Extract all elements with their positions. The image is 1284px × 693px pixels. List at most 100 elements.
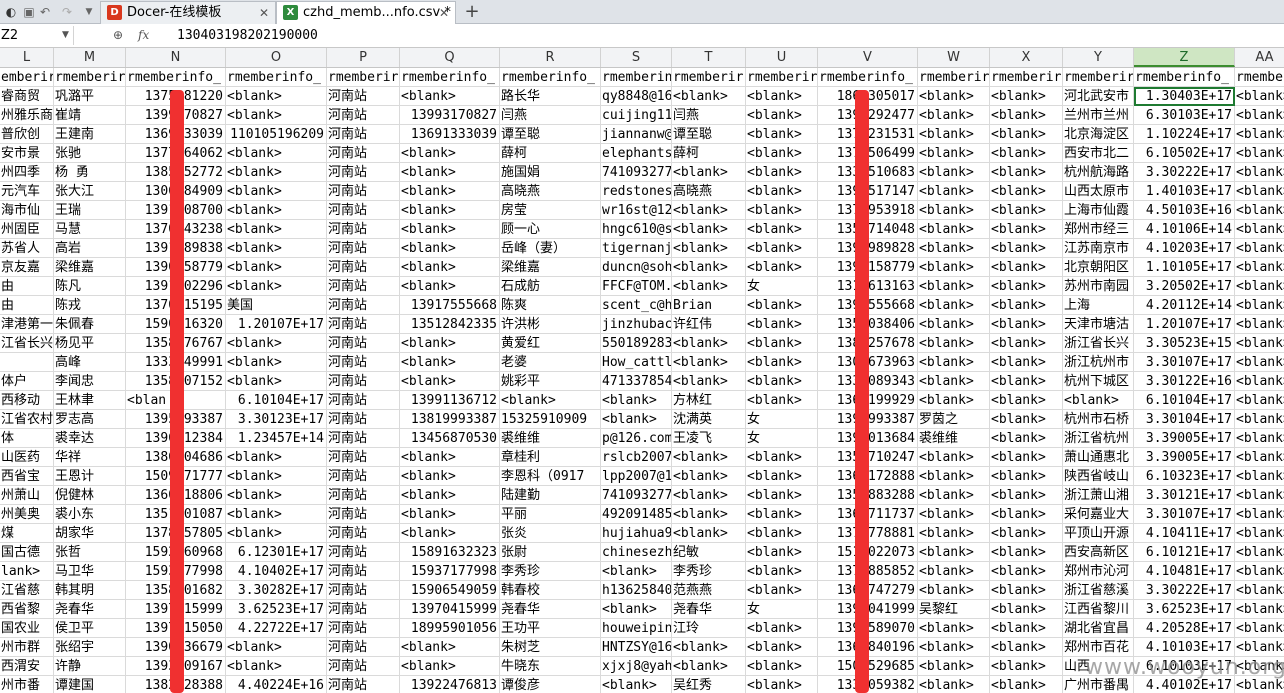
cell-aa[interactable]: <blank> (1235, 600, 1284, 619)
cell-x[interactable]: <blank> (990, 334, 1063, 353)
cell-r[interactable]: 房莹 (500, 201, 601, 220)
cell-w[interactable]: <blank> (918, 87, 990, 106)
cell-q[interactable]: 13691333039 (400, 125, 500, 144)
cell-z[interactable]: 1.30403E+17 (1134, 87, 1235, 106)
cell-t[interactable]: <blank> (672, 258, 746, 277)
cell-w[interactable]: <blank> (918, 239, 990, 258)
cell-r[interactable]: 顾一心 (500, 220, 601, 239)
cell-o[interactable]: <blank> (226, 638, 327, 657)
cell-y[interactable]: 浙江省杭州 (1063, 429, 1134, 448)
cell-l[interactable]: 西渭安 (0, 657, 54, 676)
cell-z[interactable]: rmemberinfo_ (1134, 68, 1235, 87)
cell-y[interactable]: 北京海淀区 (1063, 125, 1134, 144)
cell-y[interactable]: 杭州市石桥 (1063, 410, 1134, 429)
cell-q[interactable]: <blank> (400, 201, 500, 220)
cell-aa[interactable]: <blank> (1235, 315, 1284, 334)
cell-o[interactable]: <blank> (226, 182, 327, 201)
cell-x[interactable]: <blank> (990, 277, 1063, 296)
cell-r[interactable]: 谭俊彦 (500, 676, 601, 693)
column-header-n[interactable]: N (126, 48, 226, 67)
cell-p[interactable]: 河南站 (327, 391, 400, 410)
cell-t[interactable]: <blank> (672, 372, 746, 391)
cell-o[interactable]: <blank> (226, 334, 327, 353)
cell-t[interactable]: 高晓燕 (672, 182, 746, 201)
cell-aa[interactable]: <blank> (1235, 467, 1284, 486)
cell-t[interactable]: Brian (672, 296, 746, 315)
cell-o[interactable]: <blank> (226, 657, 327, 676)
cell-l[interactable]: 京友嘉 (0, 258, 54, 277)
cell-z[interactable]: 3.30523E+15 (1134, 334, 1235, 353)
cell-y[interactable]: 郑州市经三 (1063, 220, 1134, 239)
cell-y[interactable]: 河北武安市 (1063, 87, 1134, 106)
cell-r[interactable]: 老婆 (500, 353, 601, 372)
cell-t[interactable]: 范燕燕 (672, 581, 746, 600)
cell-y[interactable]: 湖北省宜昌 (1063, 619, 1134, 638)
cell-u[interactable]: <blank> (746, 657, 818, 676)
cell-m[interactable]: rmemberir (54, 68, 126, 87)
cell-r[interactable]: 薛柯 (500, 144, 601, 163)
cell-u[interactable]: <blank> (746, 334, 818, 353)
cell-m[interactable]: 胡家华 (54, 524, 126, 543)
cell-r[interactable]: 张炎 (500, 524, 601, 543)
cell-z[interactable]: 4.10106E+14 (1134, 220, 1235, 239)
cell-r[interactable]: 石成舫 (500, 277, 601, 296)
cell-o[interactable]: <blank> (226, 524, 327, 543)
cell-r[interactable]: 韩春校 (500, 581, 601, 600)
cell-l[interactable]: 江省慈 (0, 581, 54, 600)
cell-p[interactable]: 河南站 (327, 486, 400, 505)
cell-z[interactable]: 3.30122E+16 (1134, 372, 1235, 391)
cell-w[interactable]: <blank> (918, 258, 990, 277)
cell-q[interactable]: 13917555668 (400, 296, 500, 315)
cell-p[interactable]: 河南站 (327, 524, 400, 543)
cell-aa[interactable]: <blank> (1235, 296, 1284, 315)
cell-u[interactable]: 女 (746, 600, 818, 619)
cell-y[interactable]: 采何嘉业大 (1063, 505, 1134, 524)
cell-t[interactable]: 尧春华 (672, 600, 746, 619)
cell-m[interactable]: 朱佩春 (54, 315, 126, 334)
cell-o[interactable]: 4.10402E+17 (226, 562, 327, 581)
cell-r[interactable]: 裘维维 (500, 429, 601, 448)
cell-y[interactable]: 平顶山开源 (1063, 524, 1134, 543)
cell-s[interactable]: 741093277 (601, 486, 672, 505)
cell-w[interactable]: <blank> (918, 106, 990, 125)
cell-t[interactable]: <blank> (672, 353, 746, 372)
cell-y[interactable]: 江苏南京市 (1063, 239, 1134, 258)
cell-r[interactable]: 许洪彬 (500, 315, 601, 334)
cell-x[interactable]: <blank> (990, 87, 1063, 106)
cell-s[interactable]: hngc610@s (601, 220, 672, 239)
cell-u[interactable]: <blank> (746, 543, 818, 562)
cell-s[interactable]: lpp2007@1 (601, 467, 672, 486)
cell-x[interactable]: <blank> (990, 600, 1063, 619)
column-header-s[interactable]: S (601, 48, 672, 67)
cell-m[interactable]: 华祥 (54, 448, 126, 467)
cell-aa[interactable]: <blank> (1235, 486, 1284, 505)
cell-t[interactable]: <blank> (672, 201, 746, 220)
cell-aa[interactable]: <blank> (1235, 429, 1284, 448)
column-header-aa[interactable]: AA (1235, 48, 1284, 67)
cell-w[interactable]: <blank> (918, 448, 990, 467)
cell-x[interactable]: <blank> (990, 505, 1063, 524)
cell-m[interactable]: 陈凡 (54, 277, 126, 296)
cell-m[interactable]: 梁维嘉 (54, 258, 126, 277)
cell-t[interactable]: 纪敏 (672, 543, 746, 562)
cell-aa[interactable]: <blank> (1235, 562, 1284, 581)
cell-t[interactable]: <blank> (672, 524, 746, 543)
cell-s[interactable]: 550189283 (601, 334, 672, 353)
cell-l[interactable]: 西省黎 (0, 600, 54, 619)
cell-s[interactable]: FFCF@TOM. (601, 277, 672, 296)
cell-x[interactable]: <blank> (990, 524, 1063, 543)
cell-o[interactable]: <blank> (226, 353, 327, 372)
cell-l[interactable]: lank> (0, 562, 54, 581)
cell-aa[interactable]: <blank> (1235, 334, 1284, 353)
cell-o[interactable]: <blank> (226, 87, 327, 106)
cell-x[interactable]: rmemberir (990, 68, 1063, 87)
chevron-down-icon[interactable]: ▼ (62, 26, 69, 45)
cell-x[interactable]: <blank> (990, 144, 1063, 163)
cell-l[interactable]: 元汽车 (0, 182, 54, 201)
cell-q[interactable]: <blank> (400, 524, 500, 543)
cell-s[interactable]: jinzhubac (601, 315, 672, 334)
cell-p[interactable]: 河南站 (327, 638, 400, 657)
cell-u[interactable]: <blank> (746, 524, 818, 543)
cell-s[interactable]: xjxj8@yah (601, 657, 672, 676)
cell-s[interactable]: rmemberinfo_ (601, 68, 672, 87)
